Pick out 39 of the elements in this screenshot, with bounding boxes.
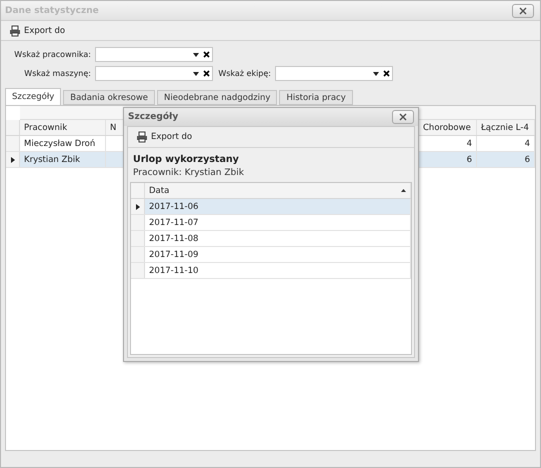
printer-icon bbox=[136, 131, 148, 143]
column-header[interactable]: Pracownik bbox=[20, 120, 106, 135]
filter-label: Wskaż pracownika: bbox=[13, 50, 91, 59]
table-cell: 4 bbox=[477, 136, 535, 151]
table-cell: 6 bbox=[477, 152, 535, 167]
export-button[interactable]: Export do bbox=[7, 24, 68, 38]
dropdown-caret-icon[interactable] bbox=[193, 72, 199, 76]
printer-icon bbox=[9, 24, 21, 36]
clear-icon[interactable] bbox=[383, 70, 390, 77]
filter-label: Wskaż maszynę: bbox=[23, 69, 91, 78]
clear-icon[interactable] bbox=[203, 51, 210, 58]
tab[interactable]: Badania okresowe bbox=[63, 90, 156, 105]
table-cell: Mieczysław Droń bbox=[20, 136, 106, 151]
filter-label: Wskaż ekipę: bbox=[217, 69, 271, 78]
table-cell: Krystian Zbik bbox=[20, 152, 106, 167]
close-icon bbox=[399, 113, 407, 121]
row-indicator-icon bbox=[136, 204, 140, 210]
tab[interactable]: Historia pracy bbox=[279, 90, 353, 105]
table-row[interactable]: 2017-11-07 bbox=[131, 215, 411, 231]
dropdown-caret-icon[interactable] bbox=[373, 72, 379, 76]
table-row[interactable]: 2017-11-06 bbox=[131, 199, 411, 215]
close-button[interactable] bbox=[392, 110, 414, 124]
column-header[interactable]: Łącznie L-4 bbox=[477, 120, 535, 135]
table-row[interactable]: 2017-11-08 bbox=[131, 231, 411, 247]
clear-icon[interactable] bbox=[203, 70, 210, 77]
row-indicator-icon bbox=[10, 156, 14, 162]
report-heading: Urlop wykorzystany bbox=[133, 154, 240, 165]
export-button[interactable]: Export do bbox=[134, 130, 194, 144]
tab[interactable]: Szczegóły bbox=[5, 88, 62, 105]
dialog-title: Szczegóły bbox=[128, 112, 178, 122]
dropdown-caret-icon[interactable] bbox=[193, 52, 199, 56]
employee-label: Pracownik: Krystian Zbik bbox=[133, 168, 245, 178]
sort-icon bbox=[401, 189, 406, 192]
close-button[interactable] bbox=[512, 4, 534, 18]
table-row[interactable]: 2017-11-10 bbox=[131, 263, 411, 279]
close-icon bbox=[519, 6, 527, 14]
tab[interactable]: Nieodebrane nadgodziny bbox=[157, 90, 278, 105]
window-title: Dane statystyczne bbox=[5, 6, 99, 16]
table-row[interactable]: 2017-11-09 bbox=[131, 247, 411, 263]
